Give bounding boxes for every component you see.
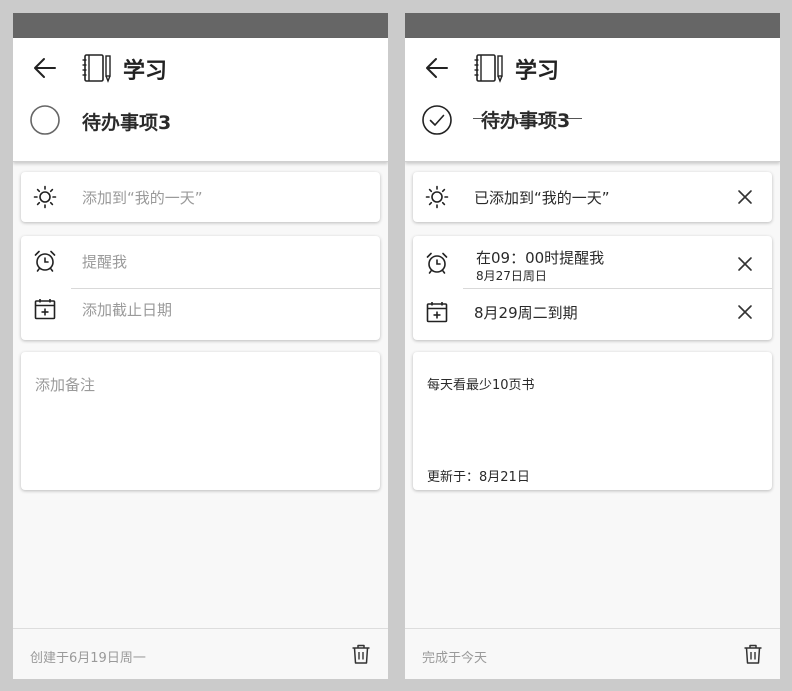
my-day-label: 添加到“我的一天” [82, 189, 203, 207]
list-name: 学习 [515, 59, 560, 84]
my-day-label: 已添加到“我的一天” [474, 189, 610, 207]
task-completed-checkmark-icon[interactable] [421, 104, 453, 136]
add-to-my-day-row[interactable]: 添加到“我的一天” [21, 172, 380, 222]
list-name: 学习 [123, 59, 168, 84]
close-icon[interactable] [736, 255, 754, 273]
calendar-add-icon [34, 299, 56, 320]
status-bar [13, 13, 388, 38]
reminder-due-card: 在09：00时提醒我 8月27日周日 8月29周二到期 [413, 236, 772, 340]
alarm-clock-icon [426, 252, 448, 274]
note-card[interactable]: 添加备注 [21, 352, 380, 490]
notebook-icon [474, 54, 503, 83]
my-day-card[interactable]: 已添加到“我的一天” [413, 172, 772, 222]
due-date-row[interactable]: 8月29周二到期 [413, 287, 772, 337]
due-date-row[interactable]: 添加截止日期 [21, 284, 380, 334]
sun-icon [33, 185, 57, 209]
task-detail-panel-uncompleted: 学习 待办事项3 添加到“我的一天” 提醒我 添加截止日期 添加备注 创建于6月… [13, 13, 388, 679]
task-footer: 完成于今天 [405, 628, 780, 679]
reminder-label: 在09：00时提醒我 [476, 249, 605, 267]
due-date-label: 8月29周二到期 [474, 304, 578, 322]
strikethrough-line [473, 118, 582, 119]
task-footer: 创建于6月19日周一 [13, 628, 388, 679]
my-day-card[interactable]: 添加到“我的一天” [21, 172, 380, 222]
note-placeholder[interactable]: 添加备注 [35, 374, 95, 395]
reminder-due-card: 提醒我 添加截止日期 [21, 236, 380, 340]
task-detail-panel-completed: 学习 待办事项3 已添加到“我的一天” 在09：00时提醒我 8月27日周日 8… [405, 13, 780, 679]
close-icon[interactable] [736, 188, 754, 206]
reminder-row[interactable]: 在09：00时提醒我 8月27日周日 [413, 236, 772, 288]
alarm-clock-icon [34, 250, 56, 272]
note-updated-date: 更新于：8月21日 [427, 470, 530, 485]
calendar-add-icon [426, 302, 448, 323]
task-title[interactable]: 待办事项3 [82, 108, 171, 135]
task-complete-checkbox[interactable] [29, 104, 61, 136]
reminder-row[interactable]: 提醒我 [21, 236, 380, 286]
created-date: 创建于6月19日周一 [30, 651, 146, 666]
trash-icon[interactable] [350, 643, 372, 665]
task-title-completed[interactable]: 待办事项3 [473, 106, 578, 133]
added-to-my-day-row[interactable]: 已添加到“我的一天” [413, 172, 772, 222]
reminder-date: 8月27日周日 [476, 269, 547, 283]
due-date-label: 添加截止日期 [82, 301, 173, 319]
back-arrow-icon[interactable] [31, 54, 59, 82]
note-card[interactable]: 每天看最少10页书 更新于：8月21日 [413, 352, 772, 490]
back-arrow-icon[interactable] [423, 54, 451, 82]
trash-icon[interactable] [742, 643, 764, 665]
status-bar [405, 13, 780, 38]
reminder-label: 提醒我 [82, 253, 128, 271]
task-header: 学习 待办事项3 [13, 38, 388, 162]
sun-icon [425, 185, 449, 209]
task-header: 学习 待办事项3 [405, 38, 780, 162]
notebook-icon [82, 54, 111, 83]
close-icon[interactable] [736, 303, 754, 321]
completed-date: 完成于今天 [422, 651, 488, 666]
note-text[interactable]: 每天看最少10页书 [427, 374, 535, 393]
